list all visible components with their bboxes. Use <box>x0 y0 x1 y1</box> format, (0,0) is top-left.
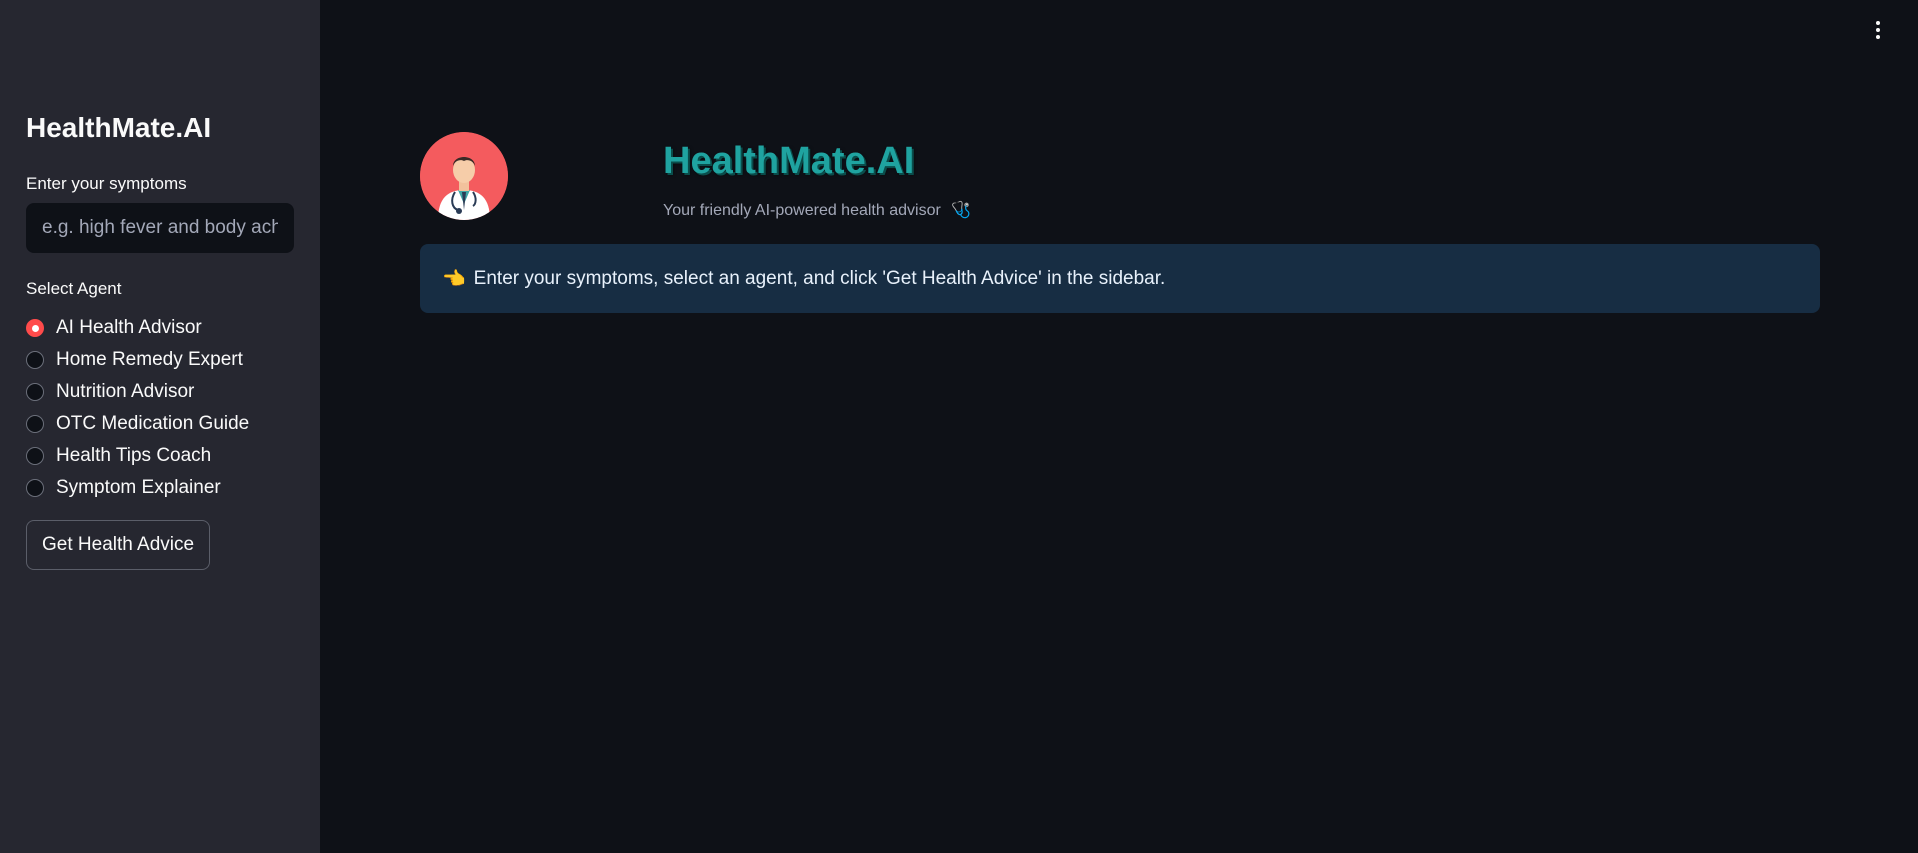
radio-unselected-icon[interactable] <box>26 383 44 401</box>
agent-label: Select Agent <box>26 279 122 298</box>
radio-unselected-icon[interactable] <box>26 447 44 465</box>
radio-label: Symptom Explainer <box>56 477 221 498</box>
radio-label: Health Tips Coach <box>56 445 212 466</box>
radio-label: Nutrition Advisor <box>56 381 195 402</box>
radio-label: OTC Medication Guide <box>56 413 250 434</box>
symptoms-label: Enter your symptoms <box>26 174 187 193</box>
symptoms-input[interactable] <box>26 203 294 253</box>
doctor-illustration <box>420 132 508 220</box>
radio-ai-health-advisor[interactable]: AI Health Advisor <box>26 312 249 344</box>
radio-home-remedy-expert[interactable]: Home Remedy Expert <box>26 344 249 376</box>
radio-symptom-explainer[interactable]: Symptom Explainer <box>26 472 249 504</box>
ellipsis-dot <box>1876 28 1880 32</box>
get-health-advice-button[interactable]: Get Health Advice <box>26 520 211 570</box>
info-alert: 👈 Enter your symptoms, select an agent, … <box>420 244 1820 313</box>
radio-unselected-icon[interactable] <box>26 479 44 497</box>
app-root: HealthMate.AI Enter your symptoms Select… <box>0 0 1918 853</box>
info-text: Enter your symptoms, select an agent, an… <box>473 267 1166 289</box>
agent-radio-group: AI Health Advisor Home Remedy Expert Nut… <box>26 312 249 504</box>
page-title: HealthMate.AI <box>663 140 915 182</box>
main-menu-button[interactable] <box>1866 18 1890 42</box>
radio-health-tips-coach[interactable]: Health Tips Coach <box>26 440 249 472</box>
subtitle-text: Your friendly AI-powered health advisor <box>663 202 941 219</box>
ellipsis-dot <box>1876 35 1880 39</box>
radio-unselected-icon[interactable] <box>26 415 44 433</box>
page-subtitle: Your friendly AI-powered health advisor … <box>663 200 971 220</box>
sidebar: HealthMate.AI Enter your symptoms Select… <box>0 0 320 853</box>
radio-label: AI Health Advisor <box>56 317 202 338</box>
radio-nutrition-advisor[interactable]: Nutrition Advisor <box>26 376 249 408</box>
stethoscope-icon: 🩺 <box>951 202 972 219</box>
radio-otc-medication-guide[interactable]: OTC Medication Guide <box>26 408 249 440</box>
radio-selected-icon[interactable] <box>26 319 44 337</box>
radio-label: Home Remedy Expert <box>56 349 243 370</box>
sidebar-title: HealthMate.AI <box>26 112 212 143</box>
doctor-avatar-icon <box>420 132 508 220</box>
radio-unselected-icon[interactable] <box>26 351 44 369</box>
vertical-ellipsis-icon <box>1876 21 1880 25</box>
pointing-hand-icon: 👈 <box>442 268 466 290</box>
